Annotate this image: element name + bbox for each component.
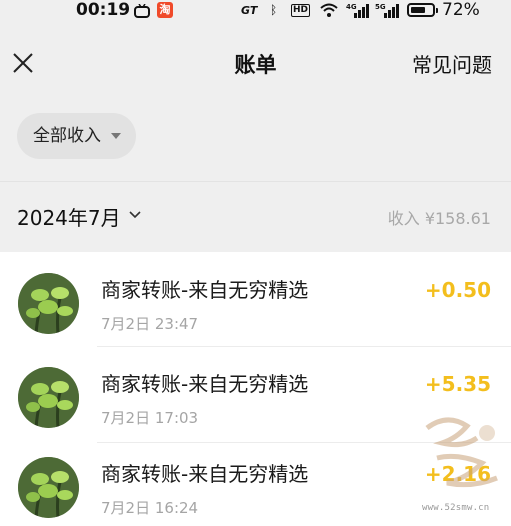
transaction-time: 7月2日 17:03 bbox=[101, 409, 199, 427]
month-selector[interactable]: 2024年7月 bbox=[17, 202, 121, 231]
avatar bbox=[18, 457, 79, 518]
watermark-url: www.52smw.cn bbox=[422, 503, 490, 513]
signal-5g-label: 5G bbox=[375, 3, 386, 11]
avatar bbox=[18, 367, 79, 428]
chevron-down-icon[interactable] bbox=[129, 210, 141, 220]
faq-link[interactable]: 常见问题 bbox=[412, 49, 492, 78]
transaction-title: 商家转账-来自无穷精选 bbox=[101, 278, 309, 302]
transaction-amount: +5.35 bbox=[424, 372, 491, 396]
gt-mode-icon: GT bbox=[241, 4, 258, 17]
caret-down-icon bbox=[111, 133, 121, 139]
list-item[interactable]: 商家转账-来自无穷精选 7月2日 23:47 +0.50 bbox=[0, 252, 511, 342]
transaction-time: 7月2日 23:47 bbox=[101, 315, 199, 333]
divider bbox=[0, 181, 511, 182]
filter-label: 全部收入 bbox=[33, 126, 101, 146]
tv-app-icon bbox=[134, 4, 150, 18]
status-bar: 00:19 淘 GT ᛒ HD 4G 5G 72% bbox=[0, 0, 511, 24]
battery-fill bbox=[411, 7, 425, 13]
transaction-title: 商家转账-来自无穷精选 bbox=[101, 372, 309, 396]
transaction-amount: +0.50 bbox=[424, 278, 491, 302]
battery-percent: 72% bbox=[442, 0, 480, 20]
transaction-title: 商家转账-来自无穷精选 bbox=[101, 462, 309, 486]
status-time: 00:19 bbox=[76, 0, 131, 20]
battery-tip bbox=[436, 8, 438, 13]
signal-4g-icon: 4G bbox=[346, 3, 369, 18]
transaction-time: 7月2日 16:24 bbox=[101, 499, 199, 517]
avatar bbox=[18, 273, 79, 334]
signal-5g-icon: 5G bbox=[375, 3, 399, 18]
hd-icon: HD bbox=[291, 4, 311, 17]
wifi-icon bbox=[320, 3, 338, 17]
income-summary: 收入 ¥158.61 bbox=[387, 209, 491, 228]
battery-icon bbox=[407, 3, 435, 17]
taobao-app-icon: 淘 bbox=[157, 2, 173, 18]
income-filter-dropdown[interactable]: 全部收入 bbox=[17, 113, 136, 159]
signal-4g-label: 4G bbox=[346, 3, 357, 11]
bluetooth-icon: ᛒ bbox=[270, 3, 278, 17]
